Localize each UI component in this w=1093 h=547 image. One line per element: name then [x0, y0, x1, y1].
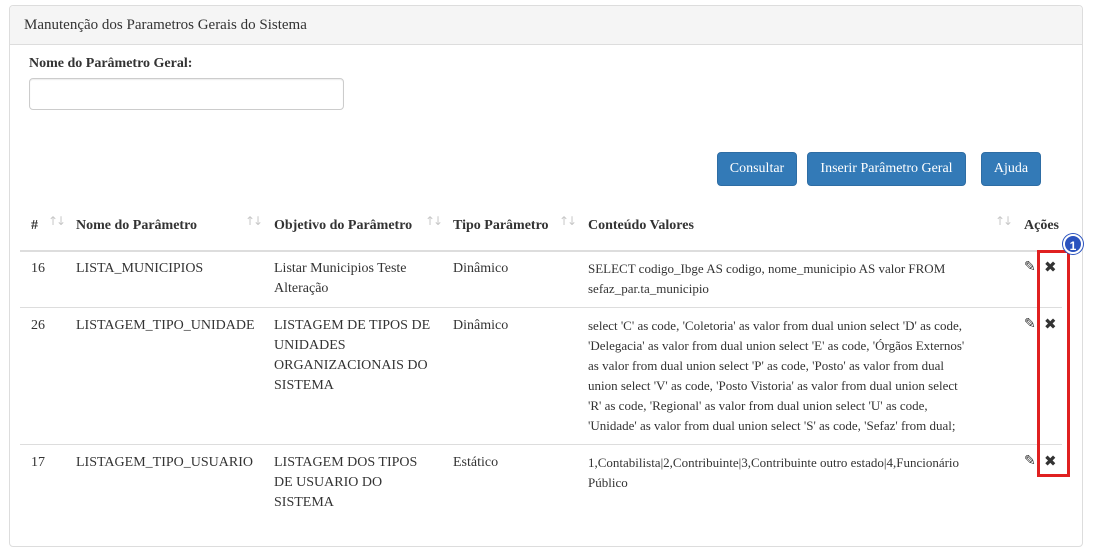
row-divider: [20, 444, 1062, 445]
sort-icon[interactable]: ↑↓: [48, 214, 66, 228]
sort-icon[interactable]: ↑↓: [995, 214, 1013, 228]
ajuda-button[interactable]: Ajuda: [981, 152, 1041, 186]
consultar-button[interactable]: Consultar: [717, 152, 797, 186]
cell-id: 16: [31, 261, 45, 276]
inserir-parametro-button[interactable]: Inserir Parâmetro Geral: [807, 152, 966, 186]
name-field-label: Nome do Parâmetro Geral:: [29, 56, 193, 71]
edit-icon[interactable]: ✎: [1024, 453, 1036, 469]
header-nome[interactable]: Nome do Parâmetro: [76, 218, 197, 234]
cell-objetivo: LISTAGEM DOS TIPOS DE USUARIO DO SISTEMA: [274, 455, 418, 510]
cell-id: 17: [31, 455, 45, 470]
cell-tipo: Estático: [453, 455, 499, 470]
sort-icon[interactable]: ↑↓: [245, 214, 263, 228]
header-objetivo[interactable]: Objetivo do Parâmetro: [274, 218, 412, 234]
cell-objetivo: Listar Municipios Teste Alteração: [274, 261, 407, 296]
header-conteudo[interactable]: Conteúdo Valores: [588, 218, 694, 234]
row-divider: [20, 307, 1062, 308]
cell-nome: LISTAGEM_TIPO_USUARIO: [76, 455, 253, 470]
edit-icon[interactable]: ✎: [1024, 316, 1036, 332]
annotation-badge: 1: [1063, 234, 1083, 254]
cell-tipo: Dinâmico: [453, 318, 509, 333]
name-field[interactable]: [29, 78, 344, 110]
cell-conteudo: 1,Contabilista|2,Contribuinte|3,Contribu…: [588, 455, 960, 490]
actions-highlight-box: [1037, 250, 1070, 477]
cell-id: 26: [31, 318, 45, 333]
header-acoes: Ações: [1024, 218, 1059, 233]
sort-icon[interactable]: ↑↓: [559, 214, 577, 228]
cell-tipo: Dinâmico: [453, 261, 509, 276]
cell-conteudo: select 'C' as code, 'Coletoria' as valor…: [588, 318, 965, 433]
cell-conteudo: SELECT codigo_Ibge AS codigo, nome_munic…: [588, 261, 946, 296]
cell-nome: LISTA_MUNICIPIOS: [76, 261, 204, 276]
edit-icon[interactable]: ✎: [1024, 259, 1036, 275]
cell-objetivo: LISTAGEM DE TIPOS DE UNIDADES ORGANIZACI…: [274, 318, 431, 393]
sort-icon[interactable]: ↑↓: [425, 214, 443, 228]
panel-title: Manutenção dos Parametros Gerais do Sist…: [10, 6, 1082, 45]
header-num[interactable]: #: [31, 218, 38, 234]
header-tipo[interactable]: Tipo Parâmetro: [453, 218, 549, 234]
cell-nome: LISTAGEM_TIPO_UNIDADE: [76, 318, 255, 333]
header-divider: [20, 250, 1062, 252]
